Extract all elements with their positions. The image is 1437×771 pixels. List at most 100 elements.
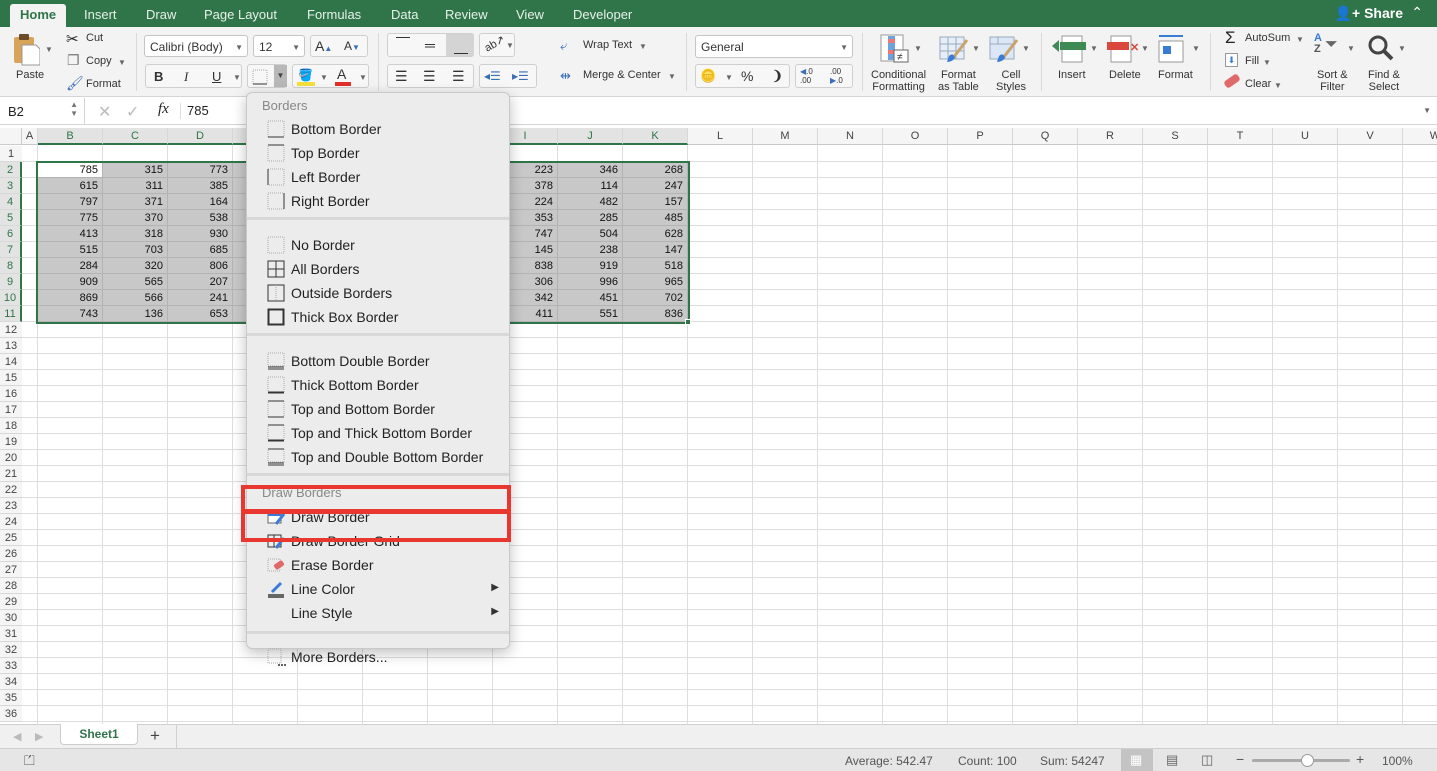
decrease-indent-icon[interactable]: ◂☰	[484, 69, 501, 83]
cell-b4[interactable]: 797	[38, 194, 103, 210]
name-box-stepper-icon[interactable]: ▲ ▼	[70, 100, 78, 118]
column-header-p[interactable]: P	[948, 128, 1013, 145]
row-header-13[interactable]: 13	[0, 338, 22, 354]
tab-draw[interactable]: Draw	[136, 4, 186, 27]
cell-c11[interactable]: 136	[103, 306, 168, 322]
tab-review[interactable]: Review	[435, 4, 498, 27]
row-header-21[interactable]: 21	[0, 466, 22, 482]
formula-input[interactable]: 785	[187, 103, 209, 118]
cell-c4[interactable]: 371	[103, 194, 168, 210]
cell-b5[interactable]: 775	[38, 210, 103, 226]
row-header-6[interactable]: 6	[0, 226, 22, 242]
column-header-v[interactable]: V	[1338, 128, 1403, 145]
row-header-36[interactable]: 36	[0, 706, 22, 722]
cell-b2[interactable]: 785	[38, 162, 103, 178]
normal-view-button[interactable]: ▦	[1121, 749, 1153, 771]
italic-button[interactable]: I	[184, 69, 188, 85]
menu-item-all-borders[interactable]: All Borders	[247, 257, 509, 281]
name-box[interactable]: B2 ▲ ▼	[0, 98, 85, 124]
increase-indent-icon[interactable]: ▸☰	[512, 69, 529, 83]
cell-d5[interactable]: 538	[168, 210, 233, 226]
column-header-m[interactable]: M	[753, 128, 818, 145]
row-header-2[interactable]: 2	[0, 162, 22, 178]
menu-item-left-border[interactable]: Left Border	[247, 165, 509, 189]
cell-d2[interactable]: 773	[168, 162, 233, 178]
row-header-9[interactable]: 9	[0, 274, 22, 290]
cell-j9[interactable]: 996	[558, 274, 623, 290]
cell-b10[interactable]: 869	[38, 290, 103, 306]
tab-data[interactable]: Data	[381, 4, 428, 27]
zoom-slider-thumb[interactable]	[1301, 754, 1314, 767]
row-header-14[interactable]: 14	[0, 354, 22, 370]
column-header-d[interactable]: D	[168, 128, 233, 145]
column-header-a[interactable]: A	[22, 128, 38, 145]
sheet-tab-sheet1[interactable]: Sheet1	[60, 724, 138, 745]
fill-handle[interactable]	[685, 319, 691, 325]
cell-j5[interactable]: 285	[558, 210, 623, 226]
row-header-34[interactable]: 34	[0, 674, 22, 690]
cell-b6[interactable]: 413	[38, 226, 103, 242]
menu-item-right-border[interactable]: Right Border	[247, 189, 509, 213]
cell-k5[interactable]: 485	[623, 210, 688, 226]
row-header-29[interactable]: 29	[0, 594, 22, 610]
cell-k2[interactable]: 268	[623, 162, 688, 178]
bottom-align-button[interactable]: ⎽	[446, 34, 474, 56]
column-header-j[interactable]: J	[558, 128, 623, 145]
accounting-dropdown-icon[interactable]: ▼	[725, 73, 733, 82]
cell-c2[interactable]: 315	[103, 162, 168, 178]
row-header-27[interactable]: 27	[0, 562, 22, 578]
cell-k9[interactable]: 965	[623, 274, 688, 290]
column-header-b[interactable]: B	[38, 128, 103, 145]
page-layout-view-icon[interactable]: ▤	[1166, 752, 1178, 768]
cell-d8[interactable]: 806	[168, 258, 233, 274]
scroll-tabs-left-icon[interactable]: ◀	[13, 730, 21, 743]
cell-c5[interactable]: 370	[103, 210, 168, 226]
underline-button[interactable]: U	[212, 69, 221, 84]
cell-d11[interactable]: 653	[168, 306, 233, 322]
row-header-22[interactable]: 22	[0, 482, 22, 498]
cell-k3[interactable]: 247	[623, 178, 688, 194]
column-header-s[interactable]: S	[1143, 128, 1208, 145]
row-header-12[interactable]: 12	[0, 322, 22, 338]
row-header-33[interactable]: 33	[0, 658, 22, 674]
share-button[interactable]: 👤+ Share	[1335, 5, 1403, 22]
tab-view[interactable]: View	[506, 4, 554, 27]
zoom-in-button[interactable]: +	[1356, 751, 1364, 767]
worksheet-grid[interactable]: ABCDEFGHIJKLMNOPQRSTUVW12345678910111213…	[0, 128, 1437, 724]
cell-b3[interactable]: 615	[38, 178, 103, 194]
middle-align-icon[interactable]: ═	[425, 37, 435, 53]
accounting-format-icon[interactable]: 🪙	[700, 68, 716, 84]
tab-home[interactable]: Home	[10, 4, 67, 27]
cell-k4[interactable]: 157	[623, 194, 688, 210]
align-center-icon[interactable]: ☰	[423, 68, 436, 85]
bold-button[interactable]: B	[154, 69, 163, 84]
tab-page-layout[interactable]: Page Layout	[194, 4, 287, 27]
row-header-25[interactable]: 25	[0, 530, 22, 546]
cell-c8[interactable]: 320	[103, 258, 168, 274]
number-format-select[interactable]: General ▼	[695, 35, 853, 58]
cell-b8[interactable]: 284	[38, 258, 103, 274]
menu-item-no-border[interactable]: No Border	[247, 233, 509, 257]
row-header-23[interactable]: 23	[0, 498, 22, 514]
cell-c10[interactable]: 566	[103, 290, 168, 306]
column-header-l[interactable]: L	[688, 128, 753, 145]
row-header-15[interactable]: 15	[0, 370, 22, 386]
row-header-19[interactable]: 19	[0, 434, 22, 450]
cell-j10[interactable]: 451	[558, 290, 623, 306]
row-header-16[interactable]: 16	[0, 386, 22, 402]
column-header-t[interactable]: T	[1208, 128, 1273, 145]
cell-d4[interactable]: 164	[168, 194, 233, 210]
cell-j6[interactable]: 504	[558, 226, 623, 242]
cell-d9[interactable]: 207	[168, 274, 233, 290]
menu-item-thick-box-border[interactable]: Thick Box Border	[247, 305, 509, 329]
cell-j4[interactable]: 482	[558, 194, 623, 210]
top-align-icon[interactable]: ⎺	[396, 35, 410, 52]
font-color-icon[interactable]: A	[335, 66, 351, 86]
cell-j7[interactable]: 238	[558, 242, 623, 258]
increase-font-size-icon[interactable]: A▲	[315, 38, 332, 54]
column-header-w[interactable]: W	[1403, 128, 1437, 145]
expand-formula-bar-icon[interactable]: ▼	[1423, 106, 1431, 115]
column-header-r[interactable]: R	[1078, 128, 1143, 145]
font-size-select[interactable]: 12 ▼	[253, 35, 305, 57]
menu-item-top-border[interactable]: Top Border	[247, 141, 509, 165]
